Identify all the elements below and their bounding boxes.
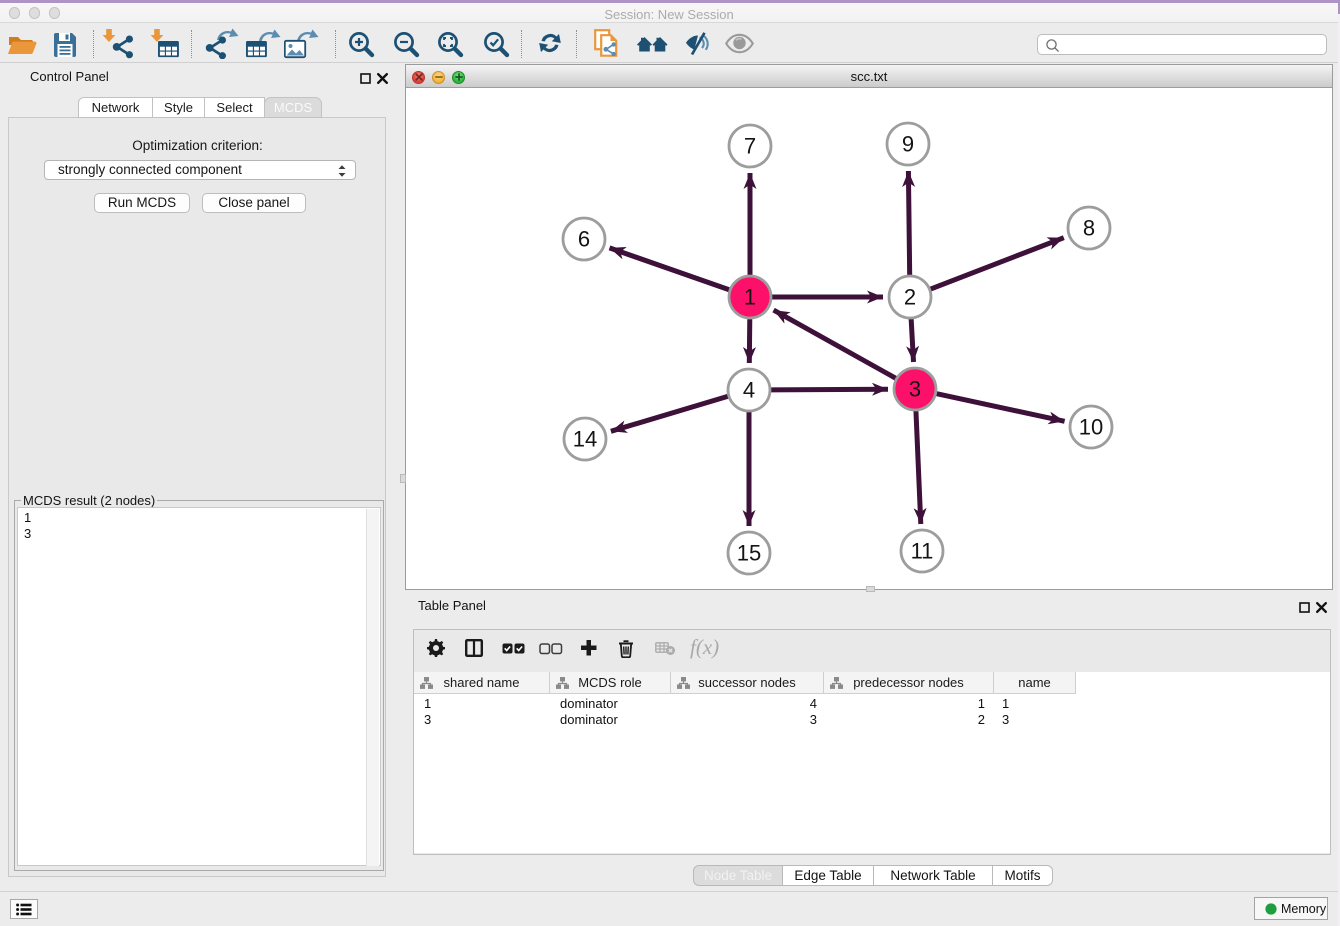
svg-text:1: 1	[744, 285, 756, 310]
svg-text:7: 7	[744, 134, 756, 159]
svg-text:3: 3	[909, 377, 921, 402]
svg-text:2: 2	[904, 285, 916, 310]
svg-text:4: 4	[743, 378, 755, 403]
svg-text:6: 6	[578, 227, 590, 252]
svg-text:14: 14	[573, 427, 597, 452]
svg-text:10: 10	[1079, 415, 1103, 440]
svg-text:9: 9	[902, 132, 914, 157]
svg-text:15: 15	[737, 541, 761, 566]
svg-text:11: 11	[911, 539, 934, 564]
svg-text:8: 8	[1083, 216, 1095, 241]
